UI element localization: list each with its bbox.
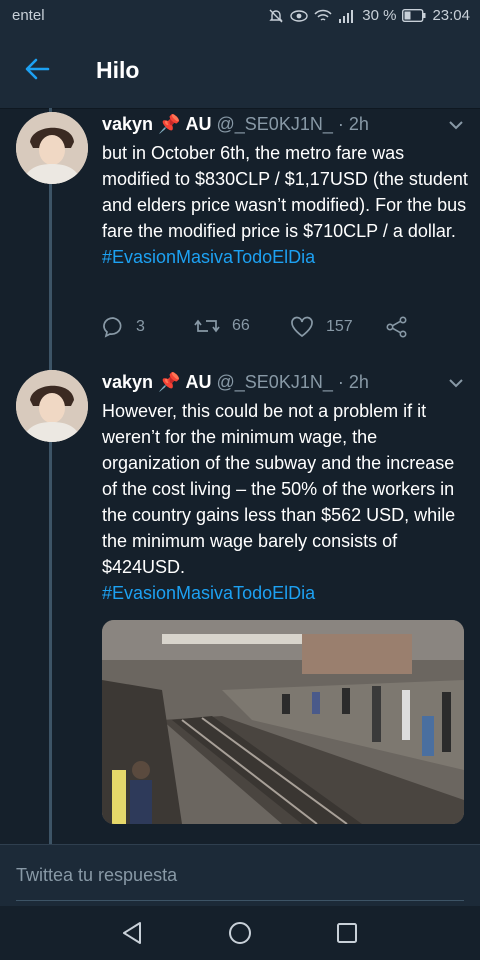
tweet-text: but in October 6th, the metro fare was m… (102, 140, 472, 270)
reply-icon (103, 317, 122, 338)
display-name[interactable]: vakyn (102, 114, 153, 134)
share-button[interactable] (386, 316, 408, 338)
nav-home-icon[interactable] (225, 918, 255, 948)
tweet-body: but in October 6th, the metro fare was m… (102, 143, 468, 241)
thread-list[interactable]: vakyn 📌 AU @_SE0KJ1N_ · 2h but in Octobe… (0, 108, 480, 844)
hashtag-link[interactable]: #EvasionMasivaTodoElDia (102, 580, 472, 606)
separator-dot: · (337, 114, 344, 134)
clock: 23:04 (432, 7, 470, 24)
chevron-down-icon[interactable] (448, 378, 464, 388)
handle[interactable]: @_SE0KJ1N_ (217, 114, 333, 134)
carrier-label: entel (12, 7, 45, 24)
pin-emoji: 📌 (158, 372, 181, 392)
signal-icon (339, 9, 354, 23)
display-name[interactable]: vakyn (102, 372, 153, 392)
tweet-media-photo[interactable] (102, 620, 464, 824)
tweet-header: vakyn 📌 AU @_SE0KJ1N_ · 2h (102, 114, 369, 135)
like-button[interactable]: 157 (290, 316, 353, 338)
separator-dot: · (337, 372, 344, 392)
app-bar: Hilo (0, 32, 480, 109)
tweet-body: However, this could be not a problem if … (102, 401, 456, 577)
page-title: Hilo (96, 57, 140, 83)
reply-composer[interactable]: Twittea tu respuesta (0, 844, 480, 907)
share-icon (386, 316, 407, 338)
reply-button[interactable]: 3 (102, 316, 145, 338)
hashtag-link[interactable]: #EvasionMasivaTodoElDia (102, 244, 472, 270)
tweet-text: However, this could be not a problem if … (102, 398, 472, 606)
like-icon (291, 316, 313, 338)
tweet-header: vakyn 📌 AU @_SE0KJ1N_ · 2h (102, 372, 369, 393)
timestamp: 2h (348, 114, 369, 134)
battery-icon (402, 9, 426, 22)
reply-input-placeholder[interactable]: Twittea tu respuesta (16, 865, 177, 886)
retweet-icon (194, 319, 220, 333)
avatar[interactable] (16, 112, 88, 184)
status-icons: 30 % 23:04 (268, 7, 470, 24)
retweet-button[interactable]: 66 (194, 316, 250, 336)
retweet-count: 66 (232, 317, 250, 334)
thread-connector-line (49, 108, 52, 844)
pin-emoji: 📌 (158, 114, 181, 134)
reply-underline (16, 900, 464, 901)
back-arrow-icon[interactable] (22, 54, 52, 84)
display-name-suffix[interactable]: AU (186, 372, 212, 392)
wifi-icon (314, 9, 332, 21)
eye-icon (290, 9, 308, 22)
like-count: 157 (326, 318, 353, 335)
avatar[interactable] (16, 370, 88, 442)
timestamp: 2h (348, 372, 369, 392)
battery-percent: 30 % (362, 7, 397, 24)
tweet-actions: 3 66 157 (102, 316, 412, 340)
system-nav-bar (0, 906, 480, 960)
reply-count: 3 (136, 318, 145, 335)
status-bar: entel 30 % 23:04 (0, 0, 480, 32)
nav-back-icon[interactable] (118, 918, 148, 948)
display-name-suffix[interactable]: AU (186, 114, 212, 134)
nav-recents-icon[interactable] (332, 918, 362, 948)
mute-icon (269, 9, 283, 22)
chevron-down-icon[interactable] (448, 120, 464, 130)
handle[interactable]: @_SE0KJ1N_ (217, 372, 333, 392)
